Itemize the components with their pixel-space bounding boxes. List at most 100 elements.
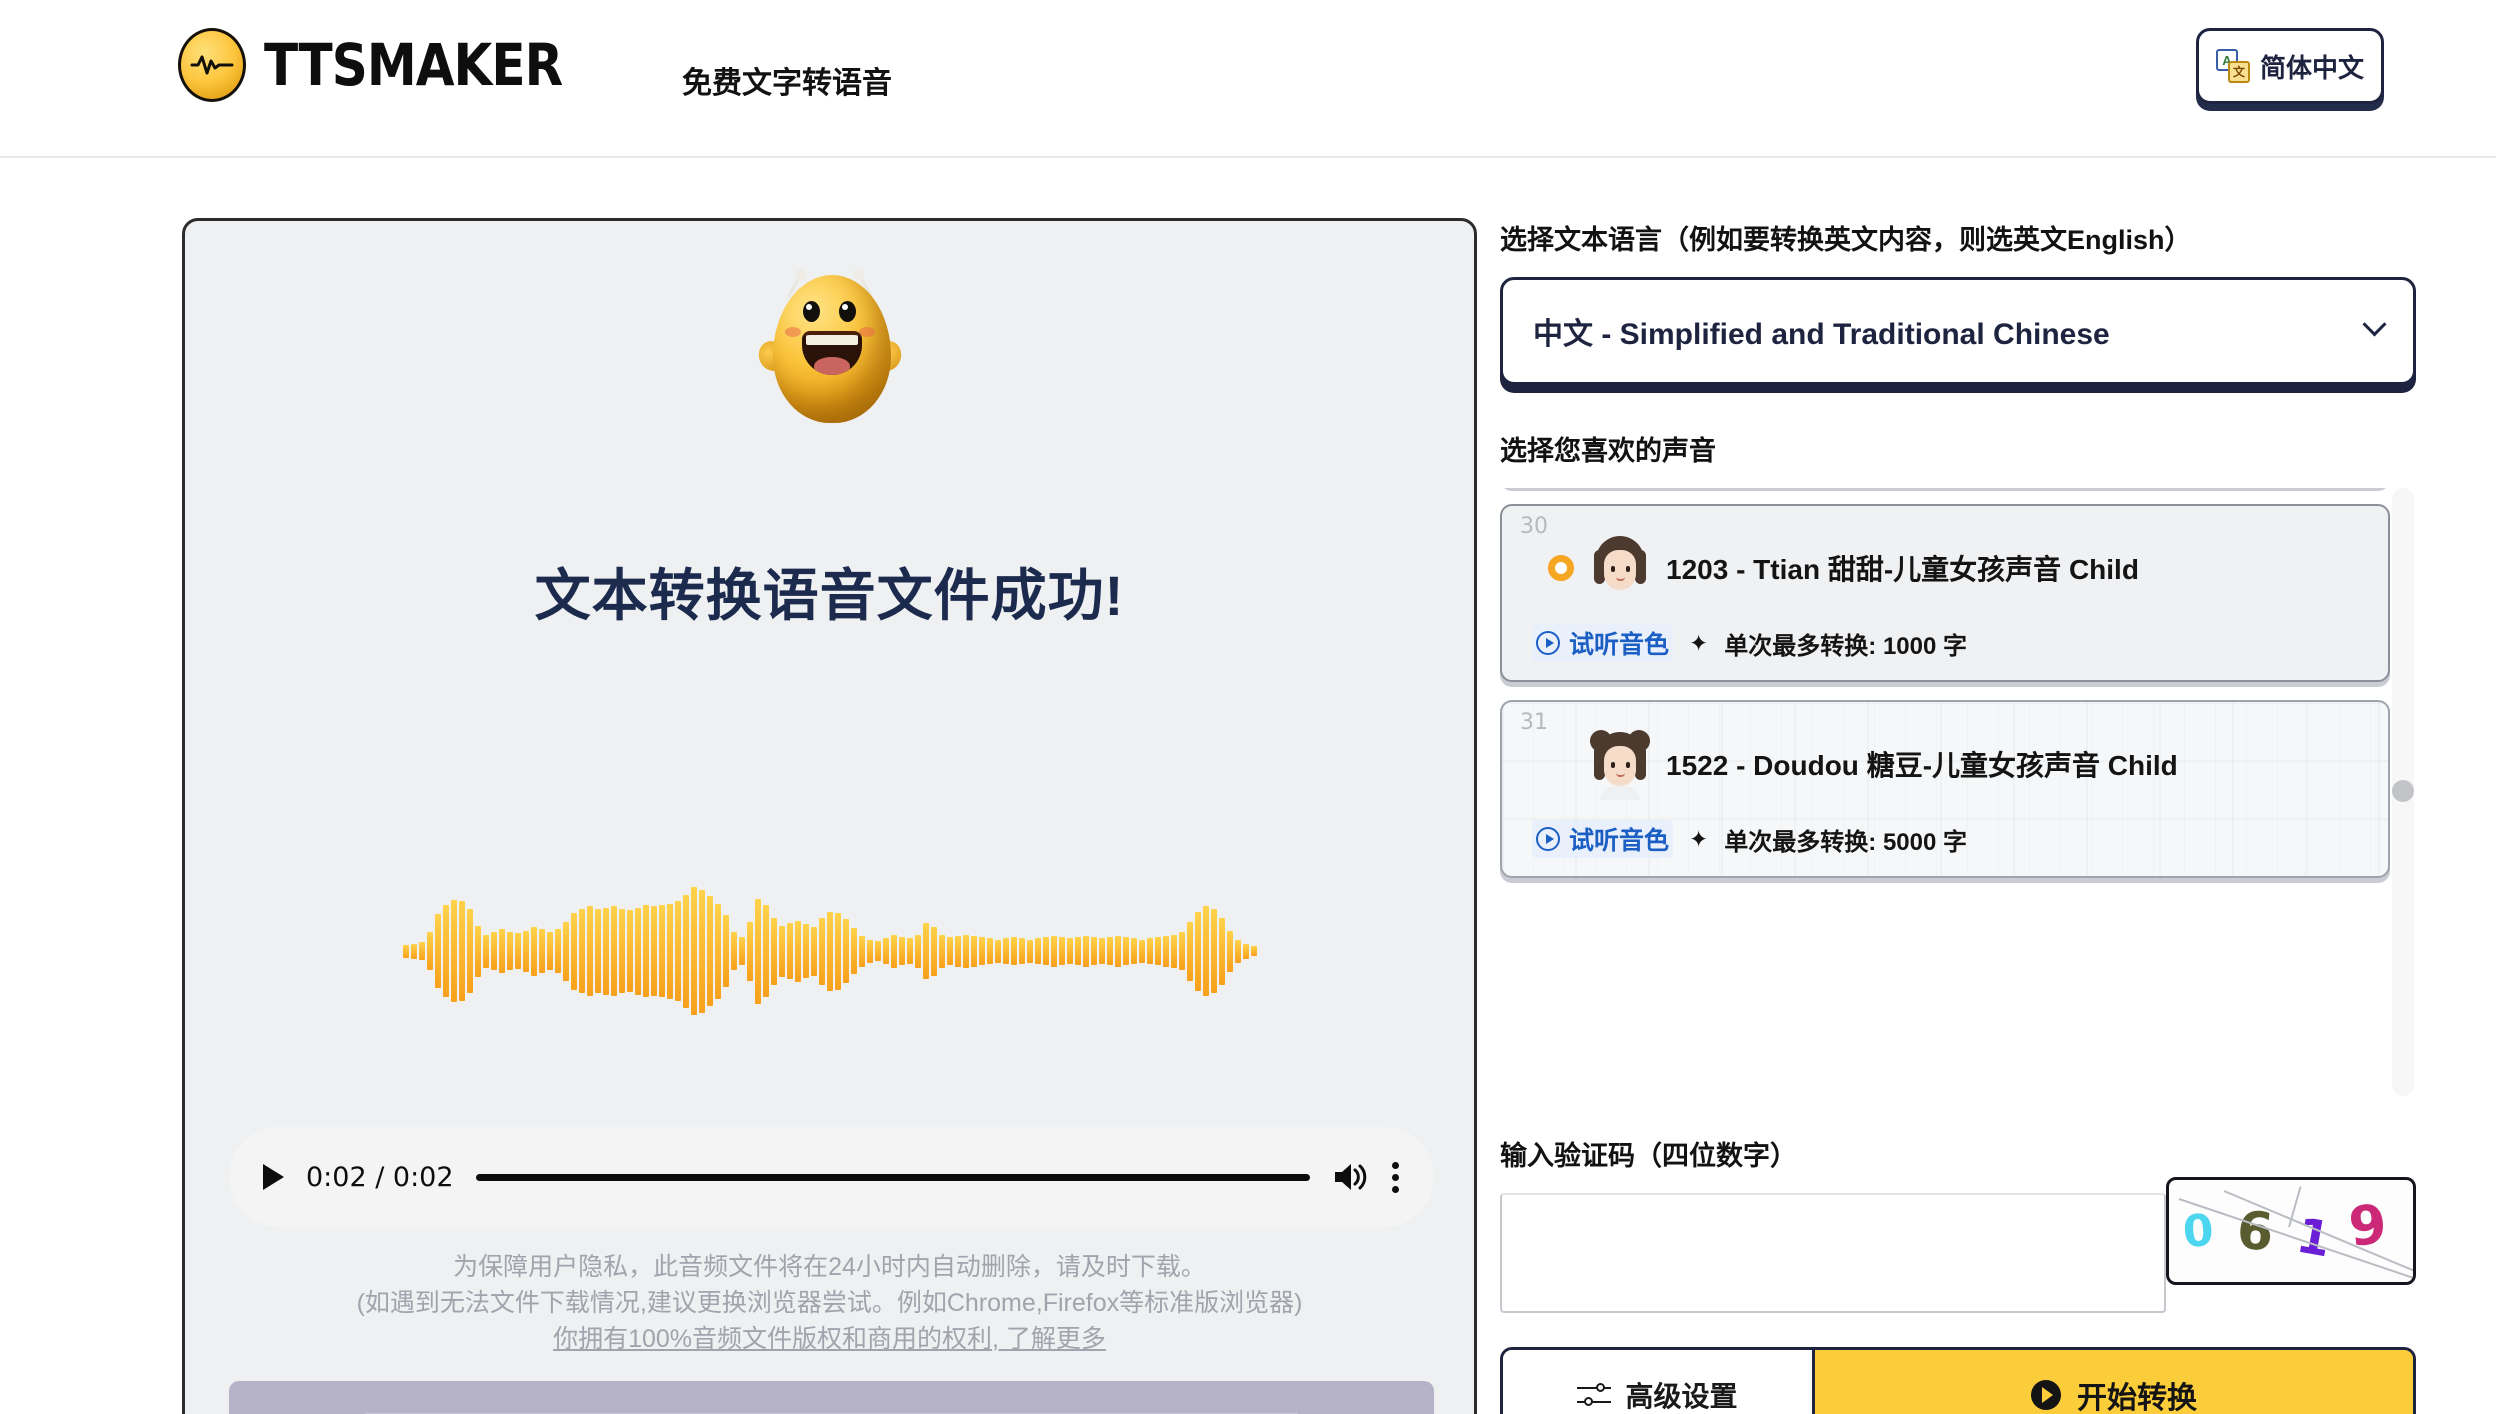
audio-time: 0:02 / 0:02	[306, 1161, 454, 1193]
waveform-bar	[826, 911, 833, 991]
waveform-bar	[850, 928, 857, 974]
waveform-bar	[1122, 937, 1129, 965]
site-tagline: 免费文字转语音	[682, 67, 892, 100]
waveform-bar	[1106, 937, 1113, 965]
sliders-icon	[1577, 1382, 1612, 1408]
waveform-bar	[706, 896, 713, 1006]
preview-voice-button[interactable]: 试听音色	[1532, 624, 1674, 662]
voice-meta: 试听音色 ✦ 单次最多转换: 1000 字	[1532, 624, 2364, 662]
waveform-bar	[914, 934, 921, 968]
waveform-bar	[754, 898, 761, 1004]
waveform-bar	[498, 929, 505, 973]
voice-list-scroll-thumb[interactable]	[2392, 780, 2414, 802]
waveform-bar	[1042, 937, 1049, 965]
voice-name: 1203 - Ttian 甜甜-儿童女孩声音 Child	[1666, 554, 2139, 585]
waveform-bar	[482, 934, 489, 968]
waveform-bar	[890, 934, 897, 968]
audio-player[interactable]: 0:02 / 0:02	[229, 1127, 1434, 1227]
audio-progress-bar[interactable]	[475, 1173, 1310, 1181]
waveform-bar	[794, 920, 801, 982]
waveform-bar	[1010, 937, 1017, 965]
waveform-bar	[1034, 938, 1041, 964]
action-row: 高级设置 开始转换	[1500, 1347, 2416, 1414]
waveform-bar	[594, 909, 601, 993]
waveform-bar	[1114, 935, 1121, 967]
voice-list-scrollbar[interactable]	[2392, 488, 2414, 1096]
preview-voice-button[interactable]: 试听音色	[1532, 820, 1674, 858]
copyright-link[interactable]: 你拥有100%音频文件版权和商用的权利, 了解更多	[553, 1325, 1106, 1353]
waveform-bar	[1146, 938, 1153, 964]
waveform-bar	[514, 933, 521, 969]
waveform-bar	[458, 901, 465, 1001]
translate-icon: A 文	[2215, 49, 2250, 83]
waveform-bar	[1130, 938, 1137, 964]
voice-index: 30	[1520, 514, 1548, 539]
waveform-bar	[770, 917, 777, 985]
waveform-bar	[650, 906, 657, 996]
brand-logo[interactable]: TTSMAKER	[178, 28, 575, 102]
start-conversion-button[interactable]: 开始转换	[1815, 1350, 2413, 1414]
happy-mascot-icon	[754, 257, 905, 425]
waveform-bar	[1138, 939, 1145, 963]
waveform-bar	[722, 915, 729, 987]
main-content: 文本转换语音文件成功! 0:02 / 0:02 为保障用户隐私，此音频文件将在2…	[0, 158, 2496, 1414]
waveform-bar	[730, 932, 737, 970]
waveform-bar	[1026, 939, 1033, 963]
voice-selected-radio[interactable]	[1548, 555, 1574, 581]
play-icon[interactable]	[263, 1164, 284, 1190]
voice-card[interactable]: 30 1203 - Ttian 甜甜-儿童女孩声音 Child 试听音色 ✦ 单次最多转…	[1500, 504, 2390, 682]
voice-index: 31	[1520, 710, 1548, 735]
waveform-bar	[786, 923, 793, 979]
waveform-bar	[634, 907, 641, 995]
language-switch-button[interactable]: A 文 简体中文	[2196, 28, 2384, 104]
waveform-bar	[1058, 937, 1065, 965]
waveform-bar	[714, 903, 721, 999]
waveform-bar	[866, 939, 873, 963]
waveform-bar	[474, 925, 481, 977]
preview-voice-label: 试听音色	[1569, 827, 1670, 855]
waveform-bar	[810, 926, 817, 976]
waveform-bar	[402, 944, 409, 958]
waveform-bar	[1250, 946, 1257, 956]
language-field-label: 选择文本语言（例如要转换英文内容，则选英文English）	[1500, 225, 2192, 255]
waveform-bar	[674, 901, 681, 1001]
waveform-bar	[626, 910, 633, 992]
waveform-bar	[618, 909, 625, 993]
play-circle-icon	[1536, 631, 1560, 655]
sparkle-icon: ✦	[1689, 629, 1709, 656]
play-circle-icon	[1536, 827, 1560, 851]
waveform-bar	[682, 894, 689, 1008]
waveform-bar	[994, 939, 1001, 963]
captcha-input[interactable]	[1500, 1193, 2166, 1313]
waveform-bar	[666, 903, 673, 999]
waveform-bar	[1098, 938, 1105, 964]
volume-icon[interactable]	[1332, 1161, 1370, 1193]
waveform-bar	[1226, 930, 1233, 972]
waveform-bar	[738, 937, 745, 965]
waveform-bar	[882, 938, 889, 964]
waveform-bar	[442, 905, 449, 997]
advanced-settings-label: 高级设置	[1625, 1381, 1738, 1412]
waveform-bar	[410, 943, 417, 959]
waveform-bar	[1218, 917, 1225, 985]
waveform-bar	[522, 930, 529, 972]
advanced-settings-button[interactable]: 高级设置	[1503, 1350, 1815, 1414]
waveform-bar	[562, 921, 569, 981]
file-url-box[interactable]: https://s1.ttsmaker.com/file/2023-05-26-…	[229, 1381, 1434, 1414]
waveform-bar	[1186, 921, 1193, 981]
waveform-bar	[466, 909, 473, 993]
voice-card[interactable]: 31 1522 - Doudou 糖豆-儿童女孩声音 Child 试听音色 ✦ 单次最多…	[1500, 700, 2390, 878]
captcha-image[interactable]: 0619	[2166, 1177, 2416, 1285]
kebab-menu-icon[interactable]	[1392, 1157, 1400, 1198]
waveform-bar	[530, 926, 537, 976]
waveform-bar	[1202, 906, 1209, 996]
waveform-bar	[610, 906, 617, 996]
waveform-bar	[450, 900, 457, 1002]
waveform-bar	[586, 906, 593, 996]
waveform-bar	[1050, 935, 1057, 967]
audio-waveform	[330, 881, 1330, 1021]
text-language-select[interactable]: 中文 - Simplified and Traditional Chinese	[1500, 277, 2416, 385]
voice-list[interactable]: 试听音色 ✦ 单次最多转换: 1000 字 30 1203 - Ttian 甜甜-儿童女…	[1500, 488, 2416, 1096]
waveform-bar	[834, 912, 841, 990]
waveform-bar	[554, 929, 561, 973]
